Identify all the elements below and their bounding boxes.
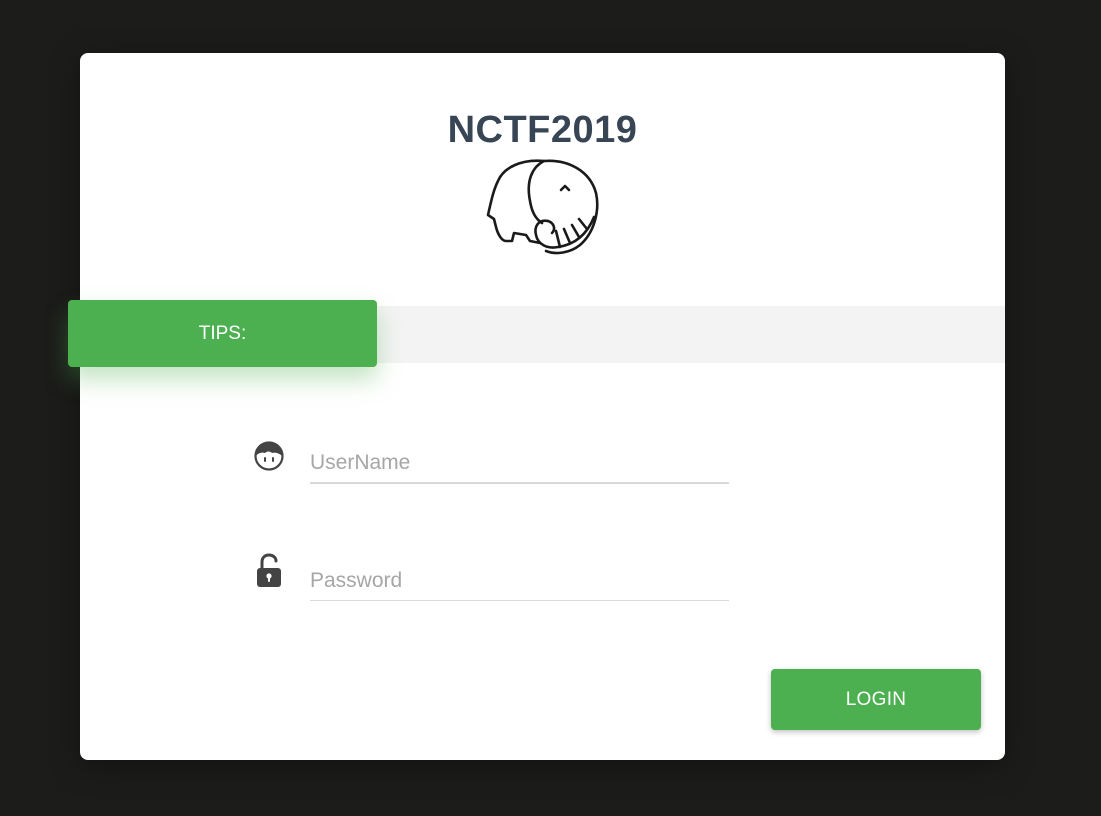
username-input[interactable] [310, 444, 729, 484]
page-title: NCTF2019 [447, 109, 638, 151]
login-card: NCTF2019 [80, 53, 1005, 760]
unlock-icon [257, 553, 281, 587]
login-button[interactable]: LOGIN [771, 669, 981, 730]
user-face-icon [254, 441, 284, 471]
elephant-icon [486, 159, 599, 255]
tips-label: TIPS: [68, 300, 377, 367]
password-input[interactable] [310, 561, 729, 601]
